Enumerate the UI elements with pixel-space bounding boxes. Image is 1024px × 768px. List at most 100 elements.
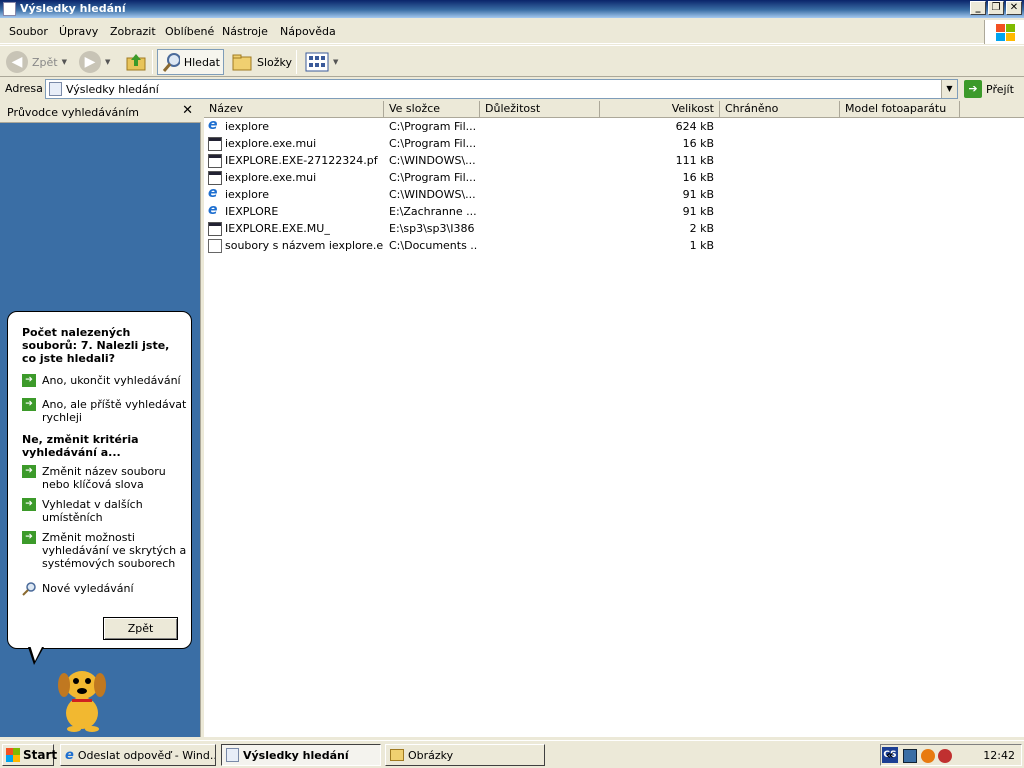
file-folder: C:\Program Fil... bbox=[389, 120, 477, 133]
file-name: iexplore bbox=[225, 188, 269, 201]
file-size: 1 kB bbox=[689, 239, 714, 252]
windows-logo-icon bbox=[984, 20, 1024, 44]
menu-help[interactable]: Nápověda bbox=[280, 25, 336, 38]
folders-icon bbox=[232, 54, 252, 71]
taskbar-item-search-results[interactable]: Výsledky hledání bbox=[221, 744, 381, 766]
link-new-search[interactable]: Nové vyledávání bbox=[22, 582, 187, 596]
file-name: iexplore bbox=[225, 120, 269, 133]
column-protected[interactable]: Chráněno bbox=[720, 101, 840, 118]
dropdown-arrow-icon: ▼ bbox=[105, 58, 111, 66]
green-arrow-icon: ➔ bbox=[22, 398, 36, 411]
taskbar: Start e Odeslat odpověď - Wind... Výsled… bbox=[0, 740, 1024, 768]
link-change-filename[interactable]: ➔ Změnit název souboru nebo klíčová slov… bbox=[22, 465, 187, 491]
table-row[interactable]: iexplore.exe.mui C:\Program Fil... 16 kB bbox=[204, 169, 1024, 186]
menu-favorites[interactable]: Oblíbené bbox=[165, 25, 214, 38]
file-folder: E:\Zachranne ... bbox=[389, 205, 477, 218]
link-other-locations[interactable]: ➔ Vyhledat v dalších umístěních bbox=[22, 498, 187, 524]
column-folder[interactable]: Ve složce bbox=[384, 101, 480, 118]
file-size: 16 kB bbox=[682, 171, 714, 184]
link-label: Ano, ukončit vyhledávání bbox=[42, 374, 181, 387]
search-button[interactable]: Hledat bbox=[157, 49, 224, 75]
up-folder-button[interactable] bbox=[122, 49, 150, 75]
column-camera-model[interactable]: Model fotoaparátu bbox=[840, 101, 960, 118]
go-arrow-icon: ➔ bbox=[964, 80, 982, 98]
address-value: Výsledky hledání bbox=[66, 83, 159, 96]
menu-file[interactable]: Soubor bbox=[9, 25, 48, 38]
file-icon bbox=[208, 222, 222, 236]
file-name: iexplore.exe.mui bbox=[225, 171, 317, 184]
pane-title: Průvodce vyhledáváním bbox=[7, 106, 139, 119]
address-input[interactable]: Výsledky hledání ▼ bbox=[45, 79, 958, 99]
security-icon[interactable] bbox=[921, 749, 935, 763]
menu-tools[interactable]: Nástroje bbox=[222, 25, 268, 38]
refine-heading: Ne, změnit kritéria vyhledávání a... bbox=[22, 433, 139, 459]
folders-button[interactable]: Složky bbox=[228, 49, 295, 75]
window-icon[interactable] bbox=[3, 2, 16, 16]
search-assistant-balloon: Počet nalezených souborů: 7. Nalezli jst… bbox=[7, 311, 192, 665]
column-relevance[interactable]: Důležitost bbox=[480, 101, 600, 118]
link-label: Nové vyledávání bbox=[42, 582, 134, 595]
alert-icon[interactable] bbox=[938, 749, 952, 763]
back-button[interactable]: ◀ Zpět ▼ bbox=[3, 49, 70, 75]
taskbar-item-label: Obrázky bbox=[408, 748, 454, 762]
table-row[interactable]: e iexplore C:\WINDOWS\... 91 kB bbox=[204, 186, 1024, 203]
views-icon bbox=[305, 52, 329, 72]
search-companion-pane: Průvodce vyhledáváním ✕ Počet nalezených… bbox=[0, 101, 201, 737]
views-button[interactable]: ▼ bbox=[302, 49, 341, 75]
file-icon bbox=[208, 171, 222, 185]
table-row[interactable]: e IEXPLORE E:\Zachranne ... 91 kB bbox=[204, 203, 1024, 220]
file-folder: C:\Program Fil... bbox=[389, 137, 477, 150]
link-faster-search[interactable]: ➔ Ano, ale příště vyhledávat rychleji bbox=[22, 398, 187, 424]
file-size: 111 kB bbox=[675, 154, 714, 167]
search-label: Hledat bbox=[183, 55, 220, 69]
link-hidden-files[interactable]: ➔ Změnit možnosti vyhledávání ve skrytýc… bbox=[22, 531, 187, 570]
pane-header: Průvodce vyhledáváním ✕ bbox=[0, 101, 201, 123]
link-label: Změnit možnosti vyhledávání ve skrytých … bbox=[42, 531, 187, 570]
menu-bar: Soubor Úpravy Zobrazit Oblíbené Nástroje… bbox=[0, 20, 1024, 44]
balloon-back-button[interactable]: Zpět bbox=[103, 617, 178, 640]
dropdown-arrow-icon: ▼ bbox=[333, 58, 339, 66]
minimize-button[interactable]: _ bbox=[970, 1, 986, 15]
menu-edit[interactable]: Úpravy bbox=[59, 25, 98, 38]
title-bar[interactable]: Výsledky hledání _ ❐ ✕ bbox=[0, 0, 1024, 18]
address-dropdown-button[interactable]: ▼ bbox=[941, 80, 957, 98]
search-icon bbox=[22, 582, 36, 596]
table-row[interactable]: IEXPLORE.EXE-27122324.pf C:\WINDOWS\... 11… bbox=[204, 152, 1024, 169]
column-size[interactable]: Velikost bbox=[600, 101, 720, 118]
network-icon[interactable] bbox=[903, 749, 917, 763]
file-name: iexplore.exe.mui bbox=[225, 137, 317, 150]
file-size: 624 kB bbox=[675, 120, 714, 133]
menu-view[interactable]: Zobrazit bbox=[110, 25, 156, 38]
ie-icon: e bbox=[208, 117, 218, 133]
address-label: Adresa bbox=[5, 82, 43, 95]
go-button[interactable]: ➔ Přejít bbox=[964, 79, 1014, 99]
forward-arrow-icon: ▶ bbox=[79, 51, 101, 73]
table-row[interactable]: IEXPLORE.EXE.MU_ E:\sp3\sp3\I386 2 kB bbox=[204, 220, 1024, 237]
search-icon bbox=[162, 53, 180, 72]
ie-icon: e bbox=[208, 185, 218, 201]
close-button[interactable]: ✕ bbox=[1006, 1, 1022, 15]
link-label: Změnit název souboru nebo klíčová slova bbox=[42, 465, 166, 491]
taskbar-item-reply[interactable]: e Odeslat odpověď - Wind... bbox=[60, 744, 216, 766]
green-arrow-icon: ➔ bbox=[22, 465, 36, 478]
table-row[interactable]: e iexplore C:\Program Fil... 624 kB bbox=[204, 118, 1024, 135]
results-list[interactable]: Název Ve složce Důležitost Velikost Chrá… bbox=[204, 101, 1024, 737]
taskbar-item-pictures[interactable]: Obrázky bbox=[385, 744, 545, 766]
search-dog-icon[interactable] bbox=[50, 661, 114, 733]
ie-icon: e bbox=[208, 202, 218, 218]
green-arrow-icon: ➔ bbox=[22, 531, 36, 544]
table-row[interactable]: iexplore.exe.mui C:\Program Fil... 16 kB bbox=[204, 135, 1024, 152]
file-icon bbox=[208, 154, 222, 168]
maximize-button[interactable]: ❐ bbox=[988, 1, 1004, 15]
file-folder: E:\sp3\sp3\I386 bbox=[389, 222, 475, 235]
file-icon bbox=[208, 137, 222, 151]
go-label: Přejít bbox=[986, 82, 1014, 96]
file-size: 2 kB bbox=[689, 222, 714, 235]
column-name[interactable]: Název bbox=[204, 101, 384, 118]
forward-button[interactable]: ▶ ▼ bbox=[76, 49, 113, 75]
link-stop-search[interactable]: ➔ Ano, ukončit vyhledávání bbox=[22, 374, 187, 387]
start-button[interactable]: Start bbox=[2, 744, 57, 766]
table-row[interactable]: soubory s názvem iexplore.exe C:\Document… bbox=[204, 237, 1024, 254]
tray-expand-button[interactable]: « bbox=[886, 748, 894, 762]
pane-close-button[interactable]: ✕ bbox=[182, 103, 193, 118]
